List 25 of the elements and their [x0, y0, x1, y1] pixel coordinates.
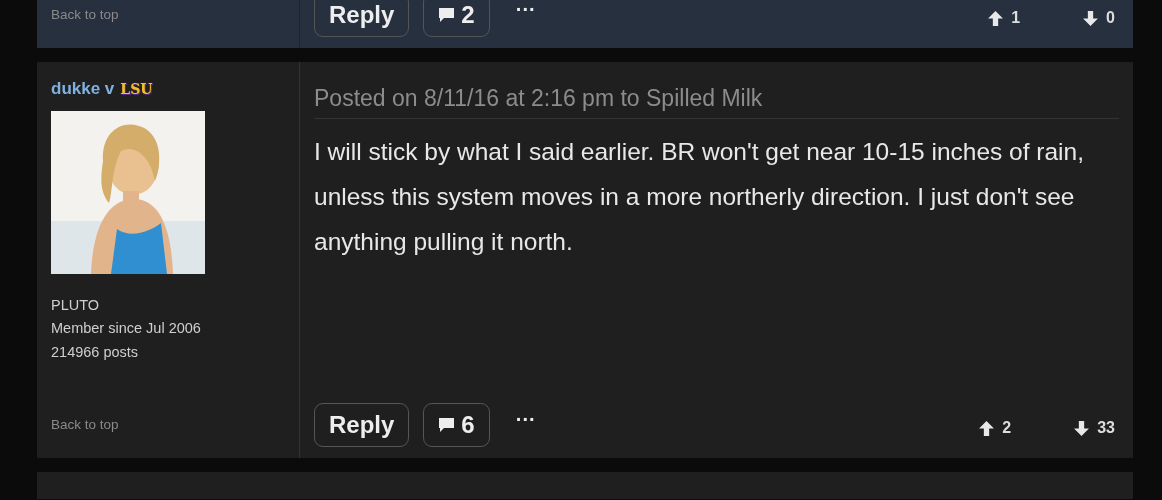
post-header: Posted on 8/11/16 at 2:16 pm to Spilled Milk: [314, 81, 1119, 119]
comments-button[interactable]: 6: [423, 403, 490, 447]
reply-button[interactable]: Reply: [314, 0, 410, 37]
reply-button[interactable]: Reply: [314, 403, 410, 447]
downvote-icon[interactable]: [1082, 9, 1100, 27]
more-options-button[interactable]: ···: [515, 404, 536, 434]
downvote-count: 33: [1097, 418, 1115, 438]
comment-icon: [438, 417, 456, 433]
downvote-icon[interactable]: [1073, 419, 1091, 437]
rank-text: PLUTO: [51, 295, 101, 315]
username-link[interactable]: dukke v: [51, 79, 115, 98]
upvote-count: 1: [1011, 8, 1021, 28]
member-since-text: Member since Jul 2006: [51, 319, 202, 338]
upvote-icon[interactable]: [978, 419, 996, 437]
comments-button[interactable]: 2: [423, 0, 490, 37]
more-options-button[interactable]: ···: [515, 0, 536, 24]
downvote-count: 0: [1106, 8, 1115, 28]
post-count-text: 214966 posts: [51, 342, 140, 362]
back-to-top-link[interactable]: Back to top: [51, 4, 119, 26]
comment-icon: [438, 7, 456, 23]
post-text: I will stick by what I said earlier. BR won't get near 10-15 inches of rain, unless this system moves in a more northerly direction. I just don't see anything pulling it north.: [314, 136, 1084, 257]
upvote-count: 2: [1002, 418, 1012, 438]
back-to-top-link[interactable]: Back to top: [51, 414, 119, 436]
team-label: LSU: [120, 81, 153, 97]
upvote-icon[interactable]: [987, 9, 1005, 27]
